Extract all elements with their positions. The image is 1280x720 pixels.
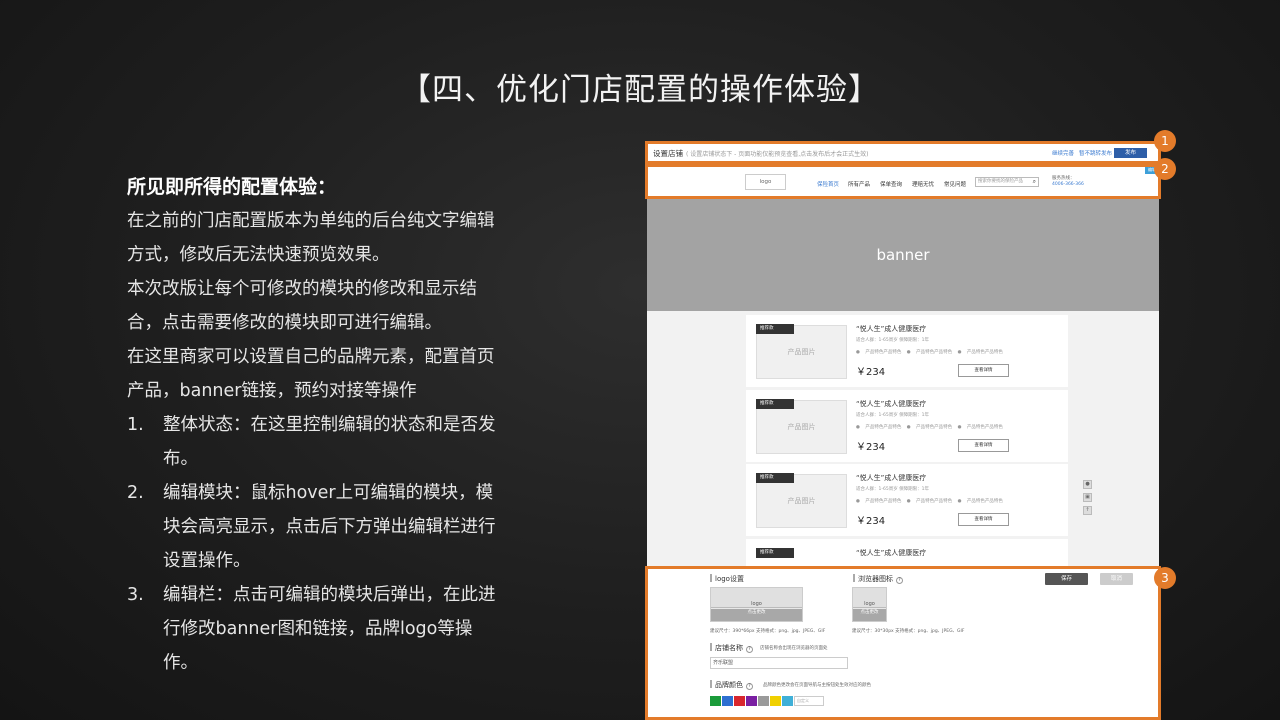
help-icon[interactable]: ? xyxy=(896,577,903,584)
hotline: 服务热线： 4006-366-366 xyxy=(1052,176,1084,187)
nav-item-claims[interactable]: 理赔无忧 xyxy=(912,180,934,188)
brand-color-title: 品牌颜色? xyxy=(710,680,753,690)
list-item: 2. 编辑模块：鼠标hover上可编辑的模块，模块会高亮显示，点击后下方弹出编辑栏… xyxy=(127,476,507,578)
store-navbar[interactable]: logo 保险首页 所有产品 保单查询 理赔无忧 常见问题 搜索你要找的保险产品… xyxy=(647,166,1159,198)
cancel-button[interactable]: 取消 xyxy=(1100,573,1133,585)
description-paragraph: 在这里商家可以设置自己的品牌元素，配置首页产品，banner链接，预约对接等操作 xyxy=(127,347,495,401)
color-swatch[interactable] xyxy=(734,696,745,706)
product-card[interactable]: 产品图片 推荐款 “悦人生”成人健康医疗 适合人群：1-65周岁 保障期限：1年… xyxy=(746,315,1068,387)
store-name-title: 店铺名称? xyxy=(710,643,753,653)
product-features: ● 产品特色产品特色 ● 产品特色产品特色 ● 产品特色产品特色 xyxy=(856,499,1003,504)
product-card[interactable]: 产品图片 推荐款 “悦人生”成人健康医疗 适合人群：1-65周岁 保障期限：1年… xyxy=(746,390,1068,462)
description-paragraph: 在之前的门店配置版本为单纯的后台纯文字编辑方式，修改后无法快速预览效果。 xyxy=(127,211,495,265)
nav-item-faq[interactable]: 常见问题 xyxy=(944,180,966,188)
product-tag: 推荐款 xyxy=(756,399,794,409)
product-name: “悦人生”成人健康医疗 xyxy=(856,325,927,333)
search-icon[interactable]: ⌕ xyxy=(1033,178,1036,186)
product-tag: 推荐款 xyxy=(756,324,794,334)
color-swatch[interactable] xyxy=(710,696,721,706)
view-details-button[interactable]: 查看详情 xyxy=(958,513,1009,526)
list-number: 2. xyxy=(127,483,144,503)
side-toolbar: ● ▣ ↑ xyxy=(1083,480,1092,519)
product-name: “悦人生”成人健康医疗 xyxy=(856,549,927,557)
product-tag: 推荐款 xyxy=(756,548,794,558)
color-swatch[interactable] xyxy=(758,696,769,706)
brand-color-hint: 品牌颜色更改会在页面导航与主按钮处生效对应的颜色 xyxy=(763,683,871,688)
description-list: 1. 整体状态：在这里控制编辑的状态和是否发布。 2. 编辑模块：鼠标hover上可… xyxy=(127,408,507,680)
product-tag: 推荐款 xyxy=(756,473,794,483)
list-item: 3. 编辑栏：点击可编辑的模块后弹出，在此进行修改banner图和链接，品牌log… xyxy=(127,578,507,680)
skip-publish-link[interactable]: 暂不跳转发布 xyxy=(1079,149,1112,157)
list-item: 1. 整体状态：在这里控制编辑的状态和是否发布。 xyxy=(127,408,507,476)
callout-badge-1: 1 xyxy=(1154,130,1176,152)
logo-upload[interactable]: logo 点击更改 xyxy=(710,587,803,622)
product-name: “悦人生”成人健康医疗 xyxy=(856,474,927,482)
view-details-button[interactable]: 查看详情 xyxy=(958,364,1009,377)
help-icon[interactable]: ? xyxy=(746,683,753,690)
nav-item-policy[interactable]: 保单查询 xyxy=(880,180,902,188)
slide-title: 【四、优化门店配置的操作体验】 xyxy=(400,72,880,108)
favicon-hint: 建议尺寸：30*30px 支持格式：png、jpg、JPEG、GIF xyxy=(852,629,965,634)
callout-badge-2: 2 xyxy=(1154,158,1176,180)
logo-settings-title: logo设置 xyxy=(710,574,744,584)
store-name-field[interactable]: 齐乐联盟 xyxy=(710,657,848,669)
help-icon[interactable]: ? xyxy=(746,646,753,653)
back-to-top-icon[interactable]: ↑ xyxy=(1083,506,1092,515)
product-meta: 适合人群：1-65周岁 保障期限：1年 xyxy=(856,338,930,343)
list-number: 3. xyxy=(127,585,144,605)
dot-icon[interactable]: ● xyxy=(1083,480,1092,489)
product-price: ￥234 xyxy=(856,516,886,527)
status-subtitle: ( 设置店铺状态下 - 页面功能仅能预览查看,点击发布后才会正式生效) xyxy=(686,151,869,158)
save-button[interactable]: 保存 xyxy=(1045,573,1088,585)
continue-link[interactable]: 继续完善 xyxy=(1052,149,1074,157)
list-number: 1. xyxy=(127,415,144,435)
color-swatch[interactable] xyxy=(782,696,793,706)
status-title: 设置店铺( 设置店铺状态下 - 页面功能仅能预览查看,点击发布后才会正式生效) xyxy=(653,149,869,158)
publish-button[interactable]: 发布 xyxy=(1114,148,1147,158)
product-name: “悦人生”成人健康医疗 xyxy=(856,400,927,408)
status-bar: 设置店铺( 设置店铺状态下 - 页面功能仅能预览查看,点击发布后才会正式生效) … xyxy=(647,143,1159,163)
edit-panel: logo设置 logo 点击更改 建议尺寸：390*66px 支持格式：png、… xyxy=(647,568,1159,720)
custom-color-input[interactable]: 自定义 xyxy=(794,696,824,706)
store-logo[interactable]: logo xyxy=(745,174,786,190)
product-features: ● 产品特色产品特色 ● 产品特色产品特色 ● 产品特色产品特色 xyxy=(856,425,1003,430)
product-price: ￥234 xyxy=(856,367,886,378)
color-swatch[interactable] xyxy=(770,696,781,706)
product-card[interactable]: 产品图片 推荐款 “悦人生”成人健康医疗 适合人群：1-65周岁 保障期限：1年… xyxy=(746,464,1068,536)
qrcode-icon[interactable]: ▣ xyxy=(1083,493,1092,502)
product-features: ● 产品特色产品特色 ● 产品特色产品特色 ● 产品特色产品特色 xyxy=(856,350,1003,355)
banner[interactable]: banner xyxy=(647,199,1159,311)
callout-badge-3: 3 xyxy=(1154,567,1176,589)
logo-hint: 建议尺寸：390*66px 支持格式：png、jpg、JPEG、GIF xyxy=(710,629,826,634)
color-swatch[interactable] xyxy=(722,696,733,706)
description-paragraph: 本次改版让每个可修改的模块的修改和显示结合，点击需要修改的模块即可进行编辑。 xyxy=(127,279,477,333)
list-text: 整体状态：在这里控制编辑的状态和是否发布。 xyxy=(163,415,496,469)
nav-item-products[interactable]: 所有产品 xyxy=(848,180,870,188)
product-price: ￥234 xyxy=(856,442,886,453)
list-text: 编辑模块：鼠标hover上可编辑的模块，模块会高亮显示，点击后下方弹出编辑栏进行… xyxy=(163,483,496,571)
description-block: 所见即所得的配置体验： 在之前的门店配置版本为单纯的后台纯文字编辑方式，修改后无… xyxy=(127,170,507,680)
product-meta: 适合人群：1-65周岁 保障期限：1年 xyxy=(856,413,930,418)
nav-item-home[interactable]: 保险首页 xyxy=(817,180,839,188)
color-swatch[interactable] xyxy=(746,696,757,706)
favicon-title: 浏览器图标? xyxy=(853,574,903,584)
view-details-button[interactable]: 查看详情 xyxy=(958,439,1009,452)
description-heading: 所见即所得的配置体验： xyxy=(127,176,337,198)
store-name-hint: 店铺名称会出现在浏览器的页面处 xyxy=(760,646,828,651)
favicon-upload[interactable]: logo 点击更改 xyxy=(852,587,887,622)
store-config-mockup: 设置店铺( 设置店铺状态下 - 页面功能仅能预览查看,点击发布后才会正式生效) … xyxy=(647,143,1159,720)
product-meta: 适合人群：1-65周岁 保障期限：1年 xyxy=(856,487,930,492)
list-text: 编辑栏：点击可编辑的模块后弹出，在此进行修改banner图和链接，品牌logo等… xyxy=(163,585,496,673)
search-input[interactable]: 搜索你要找的保险产品 ⌕ xyxy=(975,177,1039,187)
